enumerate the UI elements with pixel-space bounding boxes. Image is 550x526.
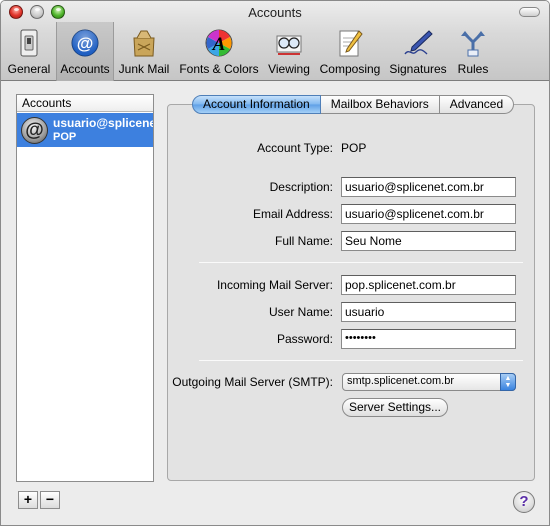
password-field[interactable]: •••••••• xyxy=(341,329,516,349)
email-address-label: Email Address: xyxy=(252,207,333,221)
user-name-field[interactable]: usuario xyxy=(341,302,516,322)
incoming-server-label: Incoming Mail Server: xyxy=(216,278,333,292)
separator xyxy=(199,360,523,361)
tab-advanced[interactable]: Advanced xyxy=(439,95,515,114)
description-label: Description: xyxy=(269,180,333,194)
help-button[interactable]: ? xyxy=(513,491,535,513)
account-type-label: Account Type: xyxy=(257,141,333,155)
fountain-pen-icon xyxy=(404,30,433,55)
preferences-toolbar: General @ Accounts Junk Mail A Fonts & C… xyxy=(1,22,549,81)
svg-text:@: @ xyxy=(77,34,94,53)
tab-mailbox-behaviors[interactable]: Mailbox Behaviors xyxy=(320,95,440,114)
toolbar-accounts[interactable]: @ Accounts xyxy=(56,22,114,81)
outgoing-server-label: Outgoing Mail Server (SMTP): xyxy=(172,375,333,389)
separator xyxy=(199,262,523,263)
at-sign-icon: @ xyxy=(71,29,99,57)
accounts-list[interactable]: Accounts @ usuario@splicenet POP xyxy=(16,94,154,482)
user-name-label: User Name: xyxy=(268,305,333,319)
server-settings-button[interactable]: Server Settings... xyxy=(342,398,448,417)
email-address-field[interactable]: usuario@splicenet.com.br xyxy=(341,204,516,224)
toolbar-signatures[interactable]: Signatures xyxy=(386,22,450,81)
color-wheel-icon: A xyxy=(205,29,233,57)
full-name-label: Full Name: xyxy=(274,234,333,248)
toolbar-viewing[interactable]: Viewing xyxy=(264,22,314,81)
toolbar-rules[interactable]: Rules xyxy=(453,22,493,81)
title-toolbar-area: Accounts General @ Accounts Junk Mail A … xyxy=(1,1,549,81)
tab-bar: Account Information Mailbox Behaviors Ad… xyxy=(192,95,515,114)
toolbar-fonts-colors[interactable]: A Fonts & Colors xyxy=(176,22,262,81)
full-name-field[interactable]: Seu Nome xyxy=(341,231,516,251)
toolbar-toggle-button[interactable] xyxy=(519,7,540,17)
preferences-window: Accounts General @ Accounts Junk Mail A … xyxy=(0,0,550,526)
incoming-server-field[interactable]: pop.splicenet.com.br xyxy=(341,275,516,295)
remove-account-button[interactable]: − xyxy=(40,491,60,509)
outgoing-server-popup[interactable]: smtp.splicenet.com.br ▲ ▼ xyxy=(342,373,516,391)
light-switch-icon xyxy=(20,29,38,57)
outgoing-server-value: smtp.splicenet.com.br xyxy=(347,375,454,387)
account-type: POP xyxy=(53,131,77,143)
svg-text:A: A xyxy=(212,34,226,55)
junk-bag-icon xyxy=(133,30,155,57)
account-name: usuario@splicenet xyxy=(53,116,153,130)
toolbar-junk-mail[interactable]: Junk Mail xyxy=(117,22,171,81)
account-type-value: POP xyxy=(341,141,367,155)
tab-account-information[interactable]: Account Information xyxy=(192,95,321,114)
window-title: Accounts xyxy=(248,5,302,20)
rules-arrows-icon xyxy=(461,31,485,57)
account-row[interactable]: @ usuario@splicenet POP xyxy=(17,113,153,147)
description-field[interactable]: usuario@splicenet.com.br xyxy=(341,177,516,197)
pencil-paper-icon xyxy=(339,30,363,57)
toolbar-general[interactable]: General xyxy=(5,22,53,81)
popup-arrows-icon: ▲ ▼ xyxy=(500,373,516,391)
glasses-letter-icon xyxy=(276,35,302,55)
accounts-list-header: Accounts xyxy=(17,95,153,112)
add-account-button[interactable]: + xyxy=(18,491,38,509)
at-sign-icon: @ xyxy=(21,117,48,144)
password-label: Password: xyxy=(276,332,333,346)
toolbar-composing[interactable]: Composing xyxy=(317,22,383,81)
